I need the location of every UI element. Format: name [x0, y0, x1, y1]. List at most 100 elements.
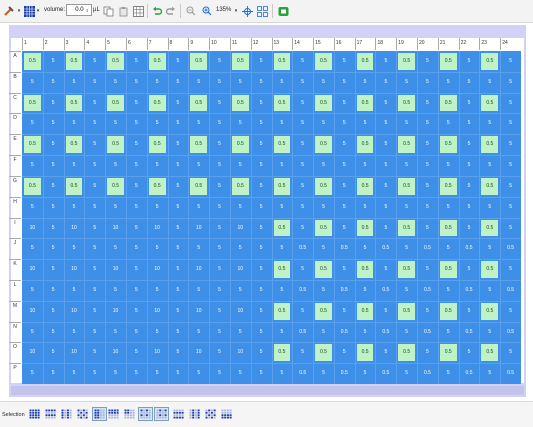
row-header[interactable]: G [10, 178, 20, 184]
selection-mode-button[interactable] [27, 407, 42, 421]
well-cell[interactable]: 0.5 [231, 177, 249, 195]
well-cell[interactable]: 0.5 [315, 53, 332, 70]
well-cell[interactable]: 5 [126, 301, 147, 322]
well-cell[interactable]: 5 [251, 93, 272, 114]
well-cell[interactable]: 5 [209, 238, 230, 259]
well-cell[interactable]: 5 [251, 363, 272, 384]
well-cell[interactable]: 0.5 [500, 322, 521, 343]
well-cell[interactable]: 5 [313, 280, 334, 301]
well-cell[interactable]: 0.5 [292, 280, 313, 301]
plate-layout-button[interactable] [23, 3, 35, 19]
well-cell[interactable]: 0.5 [315, 219, 332, 237]
well-cell[interactable]: 5 [500, 342, 521, 363]
well-cell[interactable]: 5 [396, 72, 417, 93]
well-cell[interactable]: 5 [230, 197, 251, 218]
well-cell[interactable]: 5 [84, 238, 105, 259]
well-cell[interactable]: 0.5 [315, 261, 332, 278]
well-cell[interactable]: 0.5 [356, 136, 374, 154]
well-cell[interactable]: 5 [84, 93, 105, 114]
well-cell[interactable]: 5 [209, 113, 230, 134]
well-cell[interactable]: 5 [272, 113, 293, 134]
well-cell[interactable]: 5 [417, 113, 438, 134]
well-cell[interactable]: 10 [22, 259, 43, 280]
tools-dropdown-button[interactable] [2, 3, 16, 19]
well-cell[interactable]: 5 [43, 155, 64, 176]
well-cell[interactable]: 5 [64, 155, 85, 176]
well-cell[interactable]: 5 [84, 342, 105, 363]
well-cell[interactable]: 5 [313, 322, 334, 343]
well-cell[interactable]: 5 [334, 342, 355, 363]
well-cell[interactable]: 5 [230, 113, 251, 134]
selection-mode-button[interactable] [43, 407, 58, 421]
well-cell[interactable]: 10 [105, 259, 126, 280]
well-cell[interactable]: 0.5 [24, 177, 41, 195]
column-header[interactable]: 10 [211, 40, 217, 46]
well-cell[interactable]: 5 [479, 113, 500, 134]
well-cell[interactable]: 0.5 [439, 219, 457, 237]
well-cell[interactable]: 5 [84, 51, 105, 72]
well-cell[interactable]: 0.5 [375, 238, 396, 259]
well-cell[interactable]: 5 [292, 218, 313, 239]
well-cell[interactable]: 5 [126, 218, 147, 239]
well-cell[interactable]: 5 [251, 176, 272, 197]
well-cell[interactable]: 5 [459, 51, 480, 72]
well-cell[interactable]: 5 [168, 197, 189, 218]
well-cell[interactable]: 5 [84, 155, 105, 176]
well-cell[interactable]: 10 [64, 342, 85, 363]
well-cell[interactable]: 5 [459, 176, 480, 197]
well-cell[interactable]: 5 [500, 72, 521, 93]
well-cell[interactable]: 10 [147, 301, 168, 322]
well-cell[interactable]: 5 [22, 280, 43, 301]
zoom-out-button[interactable] [184, 3, 197, 19]
well-cell[interactable]: 5 [168, 322, 189, 343]
well-cell[interactable]: 5 [459, 259, 480, 280]
well-cell[interactable]: 0.5 [500, 280, 521, 301]
well-cell[interactable]: 0.5 [273, 344, 291, 362]
well-cell[interactable]: 5 [417, 134, 438, 155]
well-cell[interactable]: 5 [500, 113, 521, 134]
well-cell[interactable]: 5 [105, 72, 126, 93]
selection-mode-button[interactable] [138, 407, 153, 421]
column-header[interactable]: 16 [336, 40, 342, 46]
well-cell[interactable]: 5 [188, 280, 209, 301]
well-cell[interactable]: 0.5 [375, 280, 396, 301]
well-cell[interactable]: 5 [272, 280, 293, 301]
well-cell[interactable]: 5 [251, 113, 272, 134]
well-cell[interactable]: 5 [84, 176, 105, 197]
well-cell[interactable]: 0.5 [190, 94, 208, 112]
well-cell[interactable]: 0.5 [65, 94, 83, 112]
well-cell[interactable]: 5 [188, 113, 209, 134]
well-cell[interactable]: 0.5 [107, 177, 124, 195]
well-cell[interactable]: 5 [292, 134, 313, 155]
well-cell[interactable]: 5 [147, 155, 168, 176]
well-cell[interactable]: 0.5 [148, 136, 166, 154]
well-cell[interactable]: 5 [43, 280, 64, 301]
well-cell[interactable]: 5 [313, 197, 334, 218]
well-cell[interactable]: 5 [188, 155, 209, 176]
run-button[interactable] [276, 3, 290, 19]
column-header[interactable]: 19 [398, 40, 404, 46]
well-cell[interactable]: 5 [168, 259, 189, 280]
column-header[interactable]: 22 [461, 40, 467, 46]
well-cell[interactable]: 5 [168, 155, 189, 176]
selection-mode-button[interactable] [92, 407, 107, 421]
well-cell[interactable]: 5 [43, 51, 64, 72]
well-cell[interactable]: 5 [292, 342, 313, 363]
well-cell[interactable]: 5 [459, 134, 480, 155]
well-cell[interactable]: 0.5 [481, 344, 499, 362]
well-cell[interactable]: 0.5 [459, 280, 480, 301]
well-cell[interactable]: 5 [417, 197, 438, 218]
well-cell[interactable]: 0.5 [292, 363, 313, 384]
well-cell[interactable]: 10 [22, 218, 43, 239]
well-cell[interactable]: 0.5 [231, 94, 249, 112]
well-cell[interactable]: 5 [64, 322, 85, 343]
well-cell[interactable]: 5 [168, 342, 189, 363]
well-cell[interactable]: 5 [459, 218, 480, 239]
column-header[interactable]: 6 [128, 40, 131, 46]
well-cell[interactable]: 0.5 [398, 219, 416, 237]
well-cell[interactable]: 5 [64, 72, 85, 93]
column-header[interactable]: 3 [66, 40, 69, 46]
well-cell[interactable]: 5 [126, 72, 147, 93]
well-cell[interactable]: 0.5 [439, 136, 457, 154]
selection-mode-button[interactable] [154, 407, 169, 421]
